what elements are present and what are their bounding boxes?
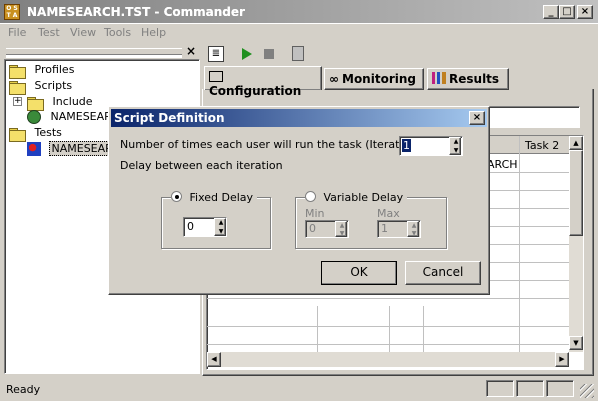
fixed-delay-label: Fixed Delay [189,191,254,204]
iterations-spinner[interactable]: ▲ ▼ [449,137,461,155]
grid-row-line [207,326,569,327]
tree-item-namesearch-script[interactable]: NAMESEARC [27,110,119,124]
tree-panel-close-icon[interactable]: × [186,44,196,58]
folder-icon [9,127,26,142]
scroll-up-button[interactable]: ▲ [569,136,583,150]
max-spinner: ▲ ▼ [407,221,419,237]
min-label: Min [305,207,325,220]
min-spinner: ▲ ▼ [335,221,347,237]
grid-divider [519,136,520,366]
title-bar: O ST A NAMESEARCH.TST - Commander _ □ × [0,0,598,24]
scroll-down-button[interactable]: ▼ [569,336,583,350]
grid-header-task2: Task 2 [525,139,560,152]
tab-label: Monitoring [342,72,416,86]
resize-grip-icon[interactable] [580,384,594,398]
tree-item-include[interactable]: Include [27,95,93,111]
fixed-delay-spinner[interactable]: ▲ ▼ [214,218,226,236]
radio-unselected-icon [305,191,316,202]
tab-configuration[interactable]: Configuration [204,66,322,98]
iterations-value: 1 [402,139,411,152]
tree-item-label: Include [52,95,93,108]
scroll-left-button[interactable]: ◀ [207,352,221,367]
folder-icon [9,64,26,79]
spin-up-icon[interactable]: ▲ [215,219,227,227]
radio-dot-icon [175,195,179,199]
menu-help[interactable]: Help [141,26,166,39]
spin-up-icon: ▲ [339,222,345,229]
menu-bar: File Test View Tools Help [0,24,598,42]
delay-label: Delay between each iteration [120,159,283,172]
menu-tools[interactable]: Tools [104,26,131,39]
iterations-label: Number of times each user will run the t… [120,138,427,151]
max-value: 1 [381,222,388,235]
scroll-right-button[interactable]: ▶ [555,352,569,367]
variable-delay-radio[interactable]: Variable Delay [305,191,408,204]
globe-script-icon [27,110,41,124]
spin-down-icon: ▼ [411,230,417,237]
radio-selected-icon [171,191,182,202]
cancel-button[interactable]: Cancel [405,261,481,285]
menu-view[interactable]: View [70,26,96,39]
dialog-title-bar: Script Definition × [111,109,487,127]
tree-item-scripts[interactable]: Scripts [9,79,73,95]
expand-plus-icon[interactable]: + [13,97,22,106]
spin-up-icon[interactable]: ▲ [450,138,462,146]
menu-test[interactable]: Test [38,26,60,39]
glasses-icon: ∞ [329,72,339,86]
config-textbox[interactable] [482,106,580,128]
tree-item-label: Profiles [34,63,75,76]
tab-label: Results [449,72,500,86]
tab-results[interactable]: Results [427,68,509,90]
folder-icon [27,96,44,111]
toolbar: ≣ [204,44,594,66]
grid-cell: ARCH [487,158,518,171]
dialog-close-button[interactable]: × [469,111,485,125]
dialog-title: Script Definition [114,111,225,125]
status-pane [516,380,544,397]
spin-up-icon: ▲ [411,222,417,229]
scroll-thumb[interactable] [569,150,583,236]
minimize-button[interactable]: _ [543,5,559,19]
tree-item-profiles[interactable]: Profiles [9,63,75,79]
max-label: Max [377,207,400,220]
stop-icon[interactable] [264,49,274,59]
script-wizard-icon[interactable]: ≣ [208,46,224,62]
fixed-delay-value: 0 [187,220,194,233]
status-pane [546,380,574,397]
variable-delay-label: Variable Delay [323,191,404,204]
bar-chart-icon [432,72,446,84]
window-title: NAMESEARCH.TST - Commander [27,5,245,19]
book-icon [209,71,223,82]
status-text: Ready [6,383,41,396]
menu-file[interactable]: File [8,26,26,39]
status-pane [486,380,514,397]
folder-icon [9,80,26,95]
test-people-icon [27,142,41,156]
vertical-scrollbar[interactable]: ▲ ▼ [569,136,583,352]
play-icon[interactable] [242,48,252,60]
horizontal-scrollbar[interactable]: ◀ ▶ [207,352,569,367]
tab-monitoring[interactable]: ∞ Monitoring [324,68,424,90]
osta-logo-icon: O ST A [4,4,20,20]
ok-button[interactable]: OK [321,261,397,285]
tree-item-tests[interactable]: Tests [9,126,62,142]
fixed-delay-radio[interactable]: Fixed Delay [171,191,258,204]
spin-down-icon[interactable]: ▼ [215,228,227,236]
grid-row-line [207,344,569,345]
tree-item-label: Tests [34,126,62,139]
min-value: 0 [309,222,316,235]
spin-down-icon[interactable]: ▼ [450,147,462,155]
tree-item-label: Scripts [34,79,73,92]
spin-down-icon: ▼ [339,230,345,237]
maximize-button[interactable]: □ [559,5,575,19]
script-definition-dialog: Script Definition × Number of times each… [108,106,490,295]
close-button[interactable]: × [577,5,593,19]
tree-panel-grip[interactable] [6,48,182,55]
delete-icon[interactable] [292,46,304,61]
grid-row-line [207,298,569,299]
